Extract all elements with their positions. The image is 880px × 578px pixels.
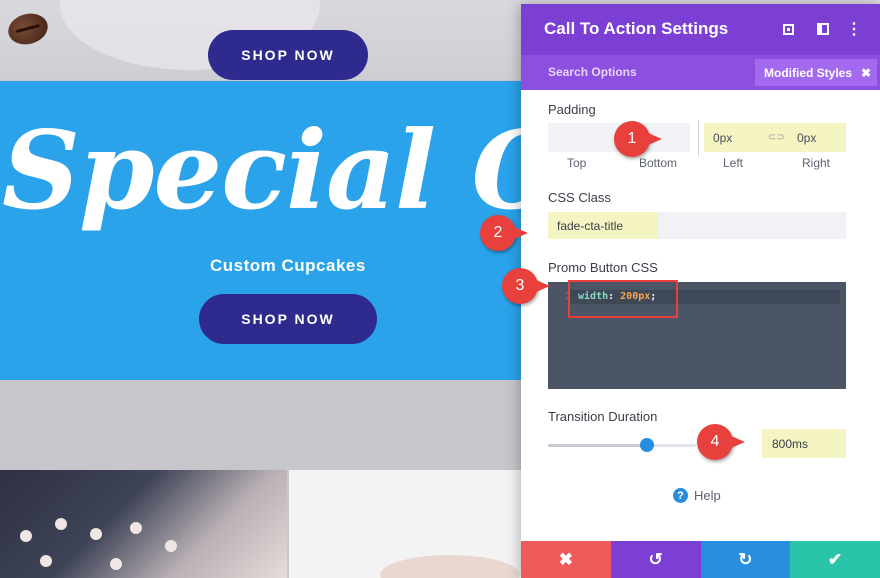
cupcake-photo-left (0, 470, 287, 578)
padding-right-input[interactable]: 0px (788, 123, 846, 152)
padding-top-input[interactable] (548, 123, 610, 152)
more-options-icon[interactable]: ⋮ (845, 20, 863, 38)
css-class-label: CSS Class (548, 190, 611, 205)
slider-handle[interactable] (640, 438, 655, 452)
panel-title: Call To Action Settings (544, 19, 729, 38)
padding-top-label: Top (567, 156, 587, 170)
sprinkle-decoration (165, 540, 177, 552)
link-values-icon[interactable]: ⊂⊃ (764, 123, 788, 152)
sprinkle-decoration (20, 530, 32, 542)
padding-left-label: Left (723, 156, 744, 170)
shop-now-button[interactable]: SHOP NOW (199, 294, 377, 344)
sprinkle-decoration (40, 555, 52, 567)
coffee-bean-image (4, 9, 52, 49)
css-class-input[interactable]: fade-cta-title (548, 212, 846, 239)
padding-label: Padding (548, 102, 596, 117)
close-icon[interactable]: ✖ (861, 66, 871, 80)
promo-button-css-label: Promo Button CSS (548, 260, 658, 275)
sprinkle-decoration (55, 518, 67, 530)
transition-duration-input[interactable]: 800ms (762, 429, 846, 458)
modified-styles-filter[interactable]: Modified Styles ✖ (755, 59, 877, 86)
panel-footer: ✖ ↺ ↻ ✔ (521, 541, 880, 578)
discard-button[interactable]: ✖ (521, 541, 611, 578)
panel-header: Call To Action Settings ⋮ (521, 4, 880, 55)
annotation-marker-3: 3 (502, 268, 550, 304)
save-button[interactable]: ✔ (790, 541, 880, 578)
split-view-icon[interactable] (814, 20, 832, 38)
transition-duration-label: Transition Duration (548, 409, 658, 424)
sprinkle-decoration (110, 558, 122, 570)
padding-bottom-label: Bottom (639, 156, 678, 170)
expand-icon[interactable] (779, 20, 797, 38)
undo-button[interactable]: ↺ (610, 541, 701, 578)
panel-subbar: Search Options Modified Styles ✖ (521, 55, 880, 90)
annotation-marker-1: 1 (614, 121, 662, 157)
annotation-highlight-box (568, 280, 678, 318)
padding-left-input[interactable]: 0px (704, 123, 764, 152)
annotation-marker-4: 4 (697, 424, 745, 460)
redo-button[interactable]: ↻ (700, 541, 791, 578)
transition-duration-slider[interactable] (548, 444, 696, 447)
annotation-marker-2: 2 (480, 215, 528, 251)
slider-fill (548, 444, 648, 447)
css-class-value: fade-cta-title (548, 212, 658, 239)
help-icon: ? (673, 488, 688, 503)
modified-styles-label: Modified Styles (764, 65, 853, 80)
sprinkle-decoration (90, 528, 102, 540)
padding-divider (698, 120, 699, 156)
top-shop-now-button[interactable]: SHOP NOW (208, 30, 368, 80)
padding-right-label: Right (802, 156, 831, 170)
help-label: Help (694, 488, 721, 503)
search-options-input[interactable]: Search Options (548, 65, 637, 79)
subheading-text: Custom Cupcakes (210, 256, 366, 275)
sprinkle-decoration (130, 522, 142, 534)
help-link[interactable]: ? Help (673, 488, 721, 503)
